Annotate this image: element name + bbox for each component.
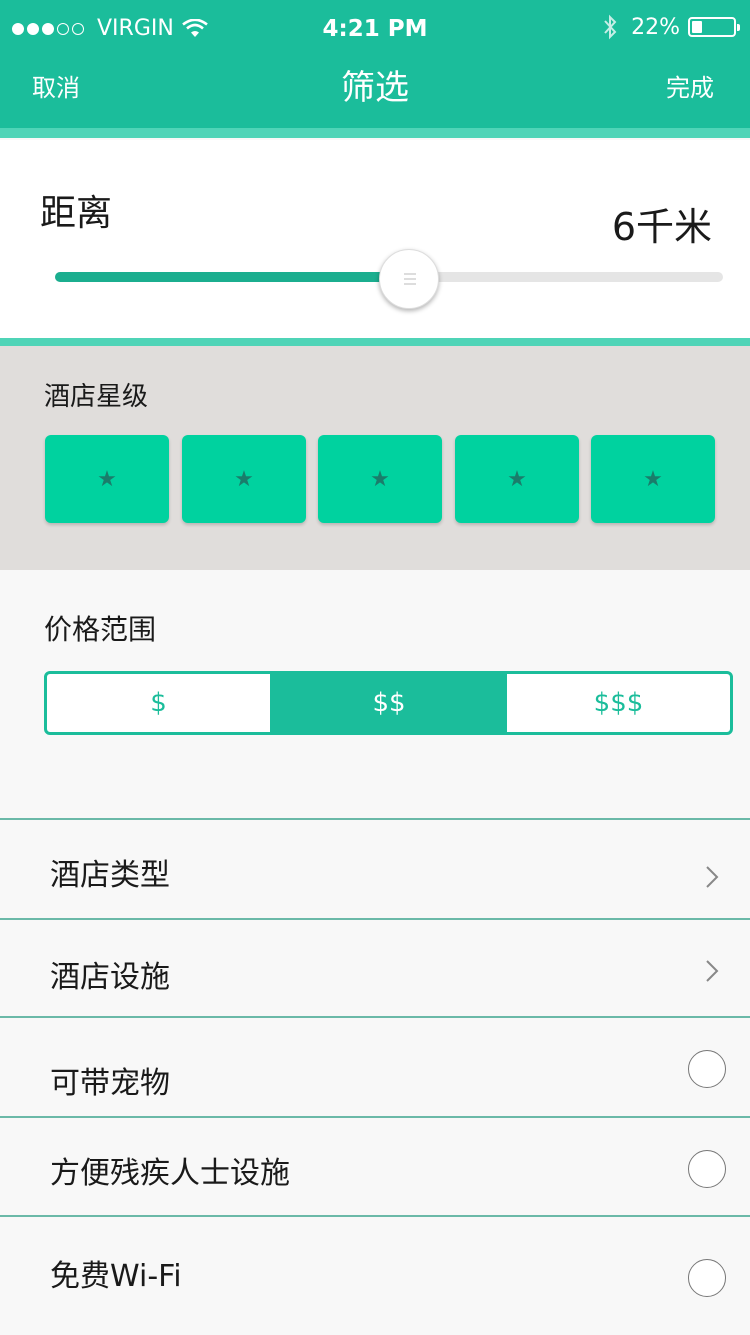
star-rating-section: 酒店星级 ★ ★ ★ ★ ★: [0, 346, 750, 570]
distance-value: 6千米: [611, 205, 712, 249]
star-icon: ★: [507, 466, 527, 492]
list-item-label: 免费Wi-Fi: [50, 1259, 182, 1294]
battery-fill: [692, 21, 702, 33]
distance-card: 距离 6千米: [0, 140, 750, 338]
list-item-label: 酒店设施: [50, 960, 170, 995]
star-button-5[interactable]: ★: [591, 435, 715, 523]
bluetooth-icon: [604, 14, 617, 40]
list-item-hotel-type[interactable]: 酒店类型: [0, 818, 750, 918]
header-divider: [0, 128, 750, 138]
slider-fill: [55, 272, 410, 282]
star-button-4[interactable]: ★: [455, 435, 579, 523]
chevron-right-icon: [706, 866, 719, 888]
navigation-header: VIRGIN 4:21 PM 22% 取消 筛选 完成: [0, 0, 750, 128]
star-button-3[interactable]: ★: [318, 435, 442, 523]
list-item-hotel-facilities[interactable]: 酒店设施: [0, 918, 750, 1018]
star-icon: ★: [234, 466, 254, 492]
status-right: 22%: [603, 14, 740, 40]
price-option-3[interactable]: $$$: [507, 674, 730, 732]
list-item-label: 方便残疾人士设施: [50, 1156, 290, 1191]
battery-percent: 22%: [631, 14, 680, 40]
star-icon: ★: [370, 466, 390, 492]
distance-label: 距离: [40, 193, 113, 234]
list-item-label: 酒店类型: [50, 858, 170, 893]
page-title: 筛选: [341, 68, 409, 108]
list-item-free-wifi[interactable]: 免费Wi-Fi: [0, 1215, 750, 1335]
chevron-right-icon: [706, 960, 719, 982]
list-item-accessible-facilities[interactable]: 方便残疾人士设施: [0, 1116, 750, 1216]
star-button-2[interactable]: ★: [182, 435, 306, 523]
grip-icon: [404, 273, 417, 285]
star-button-1[interactable]: ★: [45, 435, 169, 523]
price-segmented-control: $ $$ $$$: [44, 671, 733, 735]
star-rating-title: 酒店星级: [44, 382, 149, 412]
star-icon: ★: [97, 466, 117, 492]
battery-icon: [688, 17, 740, 37]
list-item-label: 可带宠物: [50, 1066, 170, 1101]
radio-circle-icon[interactable]: [688, 1259, 726, 1297]
slider-thumb[interactable]: [379, 249, 440, 309]
price-option-1[interactable]: $: [47, 674, 271, 732]
price-option-2[interactable]: $$: [271, 674, 507, 732]
price-range-title: 价格范围: [44, 613, 157, 646]
list-item-pets-allowed[interactable]: 可带宠物: [0, 1016, 750, 1116]
radio-circle-icon[interactable]: [688, 1050, 726, 1088]
radio-circle-icon[interactable]: [688, 1150, 726, 1188]
star-icon: ★: [643, 466, 663, 492]
section-divider: [0, 338, 750, 346]
status-bar: VIRGIN 4:21 PM 22%: [0, 0, 750, 60]
done-button[interactable]: 完成: [666, 68, 714, 103]
